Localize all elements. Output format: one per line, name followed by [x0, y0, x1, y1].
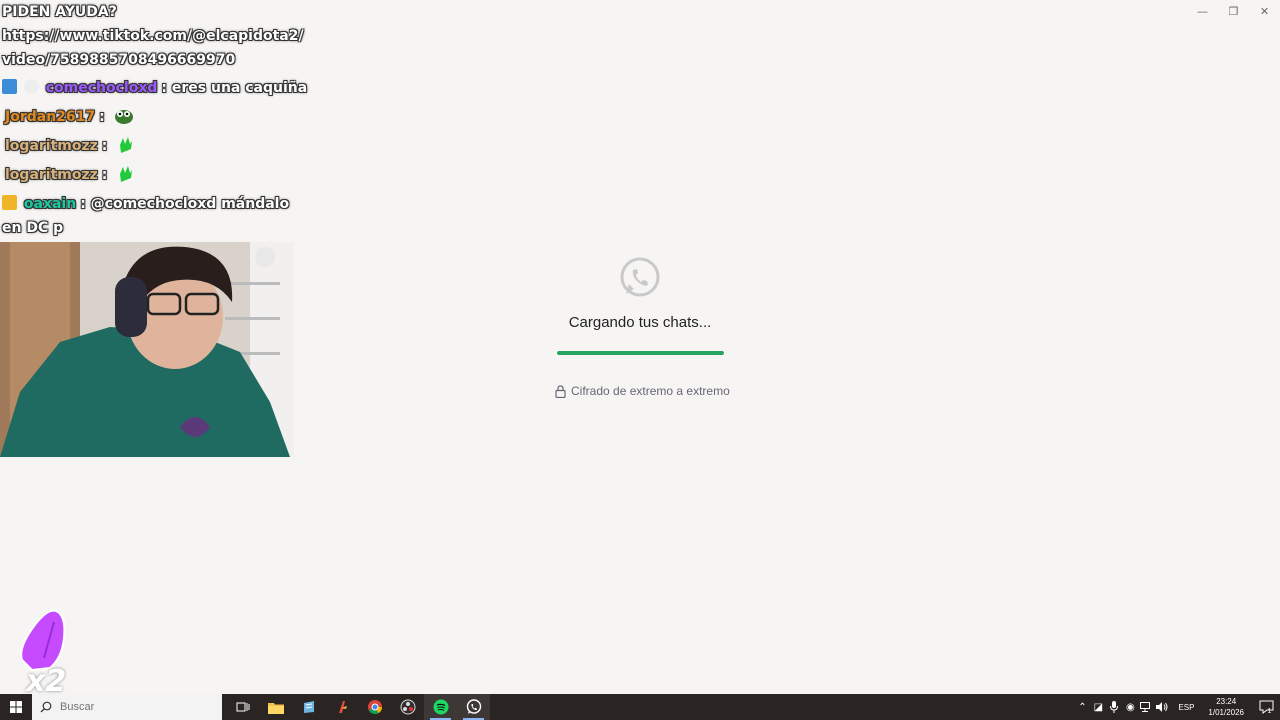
praying-hands-sticker: x2 — [14, 608, 76, 700]
start-button[interactable] — [0, 694, 32, 720]
loading-panel: Cargando tus chats... — [540, 256, 740, 355]
task-view-button[interactable] — [226, 694, 259, 720]
green-hand-emote-icon — [120, 166, 133, 182]
file-explorer-icon — [267, 702, 284, 714]
search-icon — [40, 701, 52, 713]
clock-date: 1/01/2026 — [1208, 708, 1244, 717]
network-button[interactable] — [1138, 702, 1154, 712]
chat-username: Jordan2617 — [5, 109, 96, 125]
language-indicator[interactable]: ESP — [1170, 703, 1202, 712]
stream-chat-overlay: PIDEN AYUDA? https://www.tiktok.com/@elc… — [0, 0, 310, 240]
taskbar: ⌃ ◪ ◉ ESP 23:24 1/01/2026 1 — [0, 694, 1280, 720]
notification-icon — [1259, 700, 1274, 714]
chat-message: oaxain: @comechocloxd mándalo en DC p — [0, 192, 310, 240]
clock[interactable]: 23:24 1/01/2026 — [1202, 696, 1250, 718]
chat-message: comechocloxd: eres una caquiña — [0, 76, 310, 100]
chat-message: https://www.tiktok.com/@elcapidota2/vide… — [0, 24, 310, 72]
chrome-icon — [367, 700, 382, 715]
chat-separator: : — [99, 109, 105, 125]
tray-expand-button[interactable]: ⌃ — [1074, 702, 1090, 713]
penguin-badge-icon — [23, 79, 39, 94]
spotify-icon — [433, 699, 448, 715]
taskbar-apps — [226, 694, 490, 720]
minimize-button[interactable]: — — [1187, 0, 1218, 22]
chat-separator: : — [161, 80, 168, 96]
app-red-icon — [338, 701, 347, 713]
taskbar-search[interactable] — [32, 694, 222, 720]
chat-badge-icon — [2, 79, 17, 94]
spotify-button[interactable] — [424, 694, 457, 720]
windows-logo-icon — [10, 701, 22, 713]
whatsapp-button[interactable] — [457, 694, 490, 720]
file-explorer-button[interactable] — [259, 694, 292, 720]
window-controls: — ❐ ✕ — [1187, 0, 1280, 22]
green-hand-emote-icon — [120, 137, 133, 153]
chat-message: logaritmozz: — [0, 134, 310, 158]
crown-badge-icon — [2, 195, 17, 210]
chat-separator: : — [80, 196, 86, 212]
chat-username: oaxain — [23, 196, 77, 212]
chat-message: Jordan2617: — [0, 105, 310, 129]
pepe-emote-icon — [114, 110, 133, 124]
chat-separator: : — [101, 167, 108, 183]
webcam-overlay — [0, 242, 294, 457]
chat-username: logaritmozz — [5, 167, 98, 183]
encryption-notice: Cifrado de extremo a extremo — [555, 384, 730, 398]
tray-app-icon: ◪ — [1093, 701, 1104, 713]
chat-username: comechocloxd — [45, 80, 158, 96]
chat-separator: : — [101, 138, 108, 154]
task-view-icon — [236, 702, 249, 712]
clock-time: 23:24 — [1216, 697, 1237, 706]
microphone-icon — [1110, 701, 1119, 713]
notification-count: 1 — [1267, 708, 1272, 715]
network-icon — [1140, 702, 1151, 712]
volume-icon — [1156, 702, 1168, 712]
notifications-button[interactable]: 1 — [1250, 694, 1280, 720]
close-button[interactable]: ✕ — [1249, 0, 1280, 22]
notepad-button[interactable] — [292, 694, 325, 720]
restore-icon: ❐ — [1228, 4, 1239, 18]
headset-button[interactable]: ◉ — [1122, 702, 1138, 713]
tray-app-button[interactable]: ◪ — [1090, 702, 1106, 713]
loading-title: Cargando tus chats... — [568, 314, 712, 331]
chrome-button[interactable] — [358, 694, 391, 720]
chevron-up-icon: ⌃ — [1078, 701, 1087, 713]
chat-message: logaritmozz: — [0, 163, 310, 187]
chat-message-text: eres una caquiña — [171, 80, 308, 96]
obs-icon — [400, 699, 415, 715]
obs-button[interactable] — [391, 694, 424, 720]
close-icon: ✕ — [1259, 4, 1270, 18]
chat-message-text: https://www.tiktok.com/@elcapidota2/vide… — [2, 28, 304, 68]
chat-username: logaritmozz — [5, 138, 98, 154]
volume-button[interactable] — [1154, 702, 1170, 712]
encryption-text: Cifrado de extremo a extremo — [571, 384, 730, 398]
whatsapp-logo-icon — [620, 257, 660, 297]
chat-message: PIDEN AYUDA? — [0, 0, 310, 24]
system-tray: ⌃ ◪ ◉ ESP 23:24 1/01/2026 1 — [1074, 694, 1280, 720]
restore-button[interactable]: ❐ — [1218, 0, 1249, 22]
webcam-image — [0, 242, 294, 457]
loading-progress-bar — [556, 351, 724, 355]
chat-message-text: PIDEN AYUDA? — [2, 4, 117, 20]
microphone-button[interactable] — [1106, 701, 1122, 713]
lock-icon — [555, 384, 566, 398]
loading-progress-fill — [556, 351, 724, 355]
app-red-button[interactable] — [325, 694, 358, 720]
minimize-icon: — — [1197, 4, 1208, 18]
search-input[interactable] — [58, 700, 212, 714]
headset-icon: ◉ — [1126, 701, 1135, 713]
notepad-icon — [303, 701, 314, 713]
whatsapp-icon — [466, 699, 481, 714]
